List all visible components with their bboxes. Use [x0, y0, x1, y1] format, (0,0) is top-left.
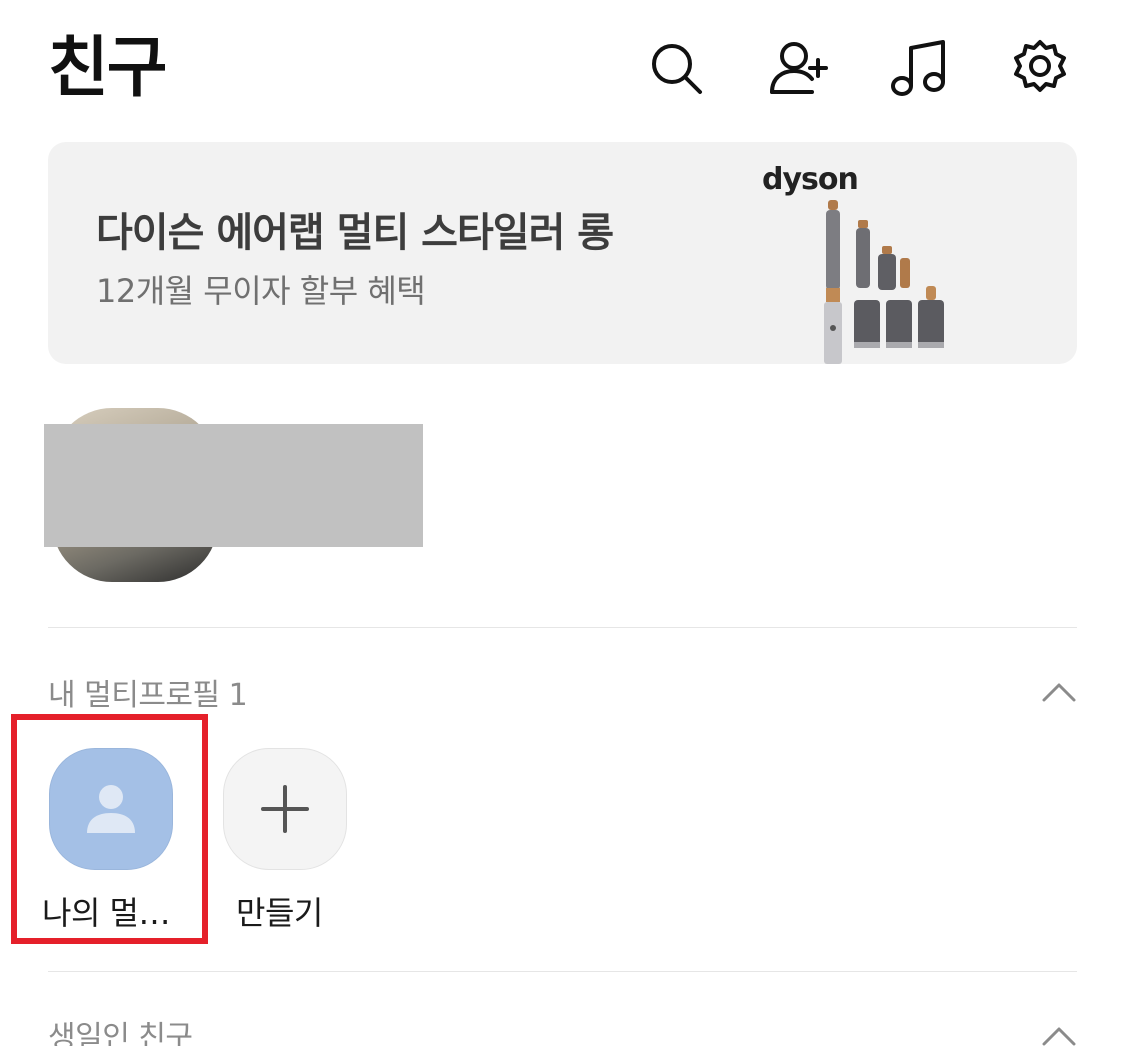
- redacted-profile-info: [44, 424, 423, 547]
- highlight-box: [11, 714, 208, 944]
- ad-brand-logo: dyson: [762, 162, 859, 197]
- ad-title: 다이슨 에어랩 멀티 스타일러 롱: [96, 210, 614, 256]
- search-icon[interactable]: [644, 36, 708, 100]
- chevron-up-icon[interactable]: [1038, 1016, 1080, 1046]
- chevron-up-icon[interactable]: [1038, 672, 1080, 714]
- add-friend-icon[interactable]: [766, 36, 830, 100]
- friends-screen: 친구 다이슨 에어랩 멀티 스타일러 롱 12개월 무이자 할부 혜택 dyso…: [0, 0, 1125, 1046]
- create-multi-profile-button[interactable]: [223, 748, 347, 872]
- multi-profile-section-label: 내 멀티프로필 1: [48, 678, 248, 713]
- product-image: [824, 200, 944, 364]
- divider: [48, 627, 1077, 628]
- add-avatar: [223, 748, 347, 870]
- create-button-label: 만들기: [236, 894, 323, 932]
- music-icon[interactable]: [886, 36, 950, 100]
- settings-icon[interactable]: [1008, 36, 1072, 100]
- ad-subtitle: 12개월 무이자 할부 혜택: [96, 272, 426, 310]
- ad-banner[interactable]: 다이슨 에어랩 멀티 스타일러 롱 12개월 무이자 할부 혜택 dyson: [48, 142, 1077, 364]
- birthday-section-label: 생일인 친구: [48, 1020, 193, 1046]
- page-title: 친구: [48, 29, 167, 106]
- plus-icon: [261, 785, 309, 833]
- divider: [48, 971, 1077, 972]
